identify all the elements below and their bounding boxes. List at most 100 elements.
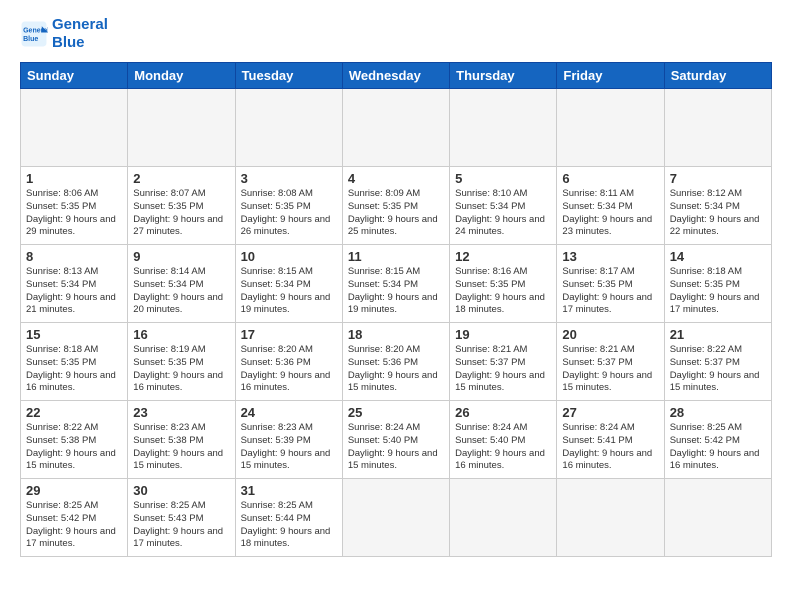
day-info: Sunrise: 8:07 AMSunset: 5:35 PMDaylight:… <box>133 188 229 239</box>
day-cell <box>664 89 771 167</box>
day-cell <box>557 89 664 167</box>
day-cell: 9Sunrise: 8:14 AMSunset: 5:34 PMDaylight… <box>128 245 235 323</box>
day-info: Sunrise: 8:15 AMSunset: 5:34 PMDaylight:… <box>241 266 337 317</box>
day-cell: 29 Sunrise: 8:25 AMSunset: 5:42 PMDayligh… <box>21 479 128 557</box>
day-cell: 26Sunrise: 8:24 AMSunset: 5:40 PMDayligh… <box>450 401 557 479</box>
day-cell: 3 Sunrise: 8:08 AMSunset: 5:35 PMDaylight… <box>235 167 342 245</box>
col-header-sunday: Sunday <box>21 63 128 89</box>
day-cell <box>342 479 449 557</box>
day-info: Sunrise: 8:21 AMSunset: 5:37 PMDaylight:… <box>455 344 551 395</box>
day-number: 25 <box>348 405 444 420</box>
day-cell: 15 Sunrise: 8:18 AMSunset: 5:35 PMDayligh… <box>21 323 128 401</box>
day-info: Sunrise: 8:06 AMSunset: 5:35 PMDaylight:… <box>26 188 122 239</box>
day-cell: 31Sunrise: 8:25 AMSunset: 5:44 PMDayligh… <box>235 479 342 557</box>
day-info: Sunrise: 8:15 AMSunset: 5:34 PMDaylight:… <box>348 266 444 317</box>
day-cell: 20 Sunrise: 8:21 AMSunset: 5:37 PMDayligh… <box>557 323 664 401</box>
col-header-tuesday: Tuesday <box>235 63 342 89</box>
week-row-0 <box>21 89 772 167</box>
day-number: 18 <box>348 327 444 342</box>
day-cell: 30Sunrise: 8:25 AMSunset: 5:43 PMDayligh… <box>128 479 235 557</box>
day-info: Sunrise: 8:22 AMSunset: 5:37 PMDaylight:… <box>670 344 766 395</box>
day-cell: 17Sunrise: 8:20 AMSunset: 5:36 PMDayligh… <box>235 323 342 401</box>
day-info: Sunrise: 8:24 AMSunset: 5:41 PMDaylight:… <box>562 422 658 473</box>
day-info: Sunrise: 8:21 AMSunset: 5:37 PMDaylight:… <box>562 344 658 395</box>
day-number: 10 <box>241 249 337 264</box>
logo-icon: General Blue <box>20 20 48 48</box>
day-info: Sunrise: 8:13 AMSunset: 5:34 PMDaylight:… <box>26 266 122 317</box>
day-info: Sunrise: 8:24 AMSunset: 5:40 PMDaylight:… <box>455 422 551 473</box>
day-info: Sunrise: 8:17 AMSunset: 5:35 PMDaylight:… <box>562 266 658 317</box>
day-info: Sunrise: 8:12 AMSunset: 5:34 PMDaylight:… <box>670 188 766 239</box>
day-number: 14 <box>670 249 766 264</box>
day-number: 15 <box>26 327 122 342</box>
day-cell <box>128 89 235 167</box>
day-number: 8 <box>26 249 122 264</box>
day-info: Sunrise: 8:09 AMSunset: 5:35 PMDaylight:… <box>348 188 444 239</box>
day-cell: 10 Sunrise: 8:15 AMSunset: 5:34 PMDayligh… <box>235 245 342 323</box>
day-cell: 28 Sunrise: 8:25 AMSunset: 5:42 PMDayligh… <box>664 401 771 479</box>
day-cell: 5Sunrise: 8:10 AMSunset: 5:34 PMDaylight… <box>450 167 557 245</box>
day-number: 29 <box>26 483 122 498</box>
day-cell: 22Sunrise: 8:22 AMSunset: 5:38 PMDayligh… <box>21 401 128 479</box>
day-cell: 27 Sunrise: 8:24 AMSunset: 5:41 PMDayligh… <box>557 401 664 479</box>
day-cell: 2 Sunrise: 8:07 AMSunset: 5:35 PMDaylight… <box>128 167 235 245</box>
day-number: 17 <box>241 327 337 342</box>
day-number: 21 <box>670 327 766 342</box>
day-info: Sunrise: 8:25 AMSunset: 5:43 PMDaylight:… <box>133 500 229 551</box>
col-header-wednesday: Wednesday <box>342 63 449 89</box>
day-cell <box>235 89 342 167</box>
day-info: Sunrise: 8:25 AMSunset: 5:42 PMDaylight:… <box>26 500 122 551</box>
day-info: Sunrise: 8:20 AMSunset: 5:36 PMDaylight:… <box>348 344 444 395</box>
day-cell: 8 Sunrise: 8:13 AMSunset: 5:34 PMDaylight… <box>21 245 128 323</box>
day-number: 7 <box>670 171 766 186</box>
col-header-thursday: Thursday <box>450 63 557 89</box>
week-row-2: 8 Sunrise: 8:13 AMSunset: 5:34 PMDaylight… <box>21 245 772 323</box>
day-number: 31 <box>241 483 337 498</box>
week-row-3: 15 Sunrise: 8:18 AMSunset: 5:35 PMDayligh… <box>21 323 772 401</box>
day-number: 28 <box>670 405 766 420</box>
main-container: General Blue General Blue SundayMondayTu… <box>0 0 792 567</box>
day-number: 12 <box>455 249 551 264</box>
week-row-4: 22Sunrise: 8:22 AMSunset: 5:38 PMDayligh… <box>21 401 772 479</box>
day-info: Sunrise: 8:22 AMSunset: 5:38 PMDaylight:… <box>26 422 122 473</box>
day-cell <box>664 479 771 557</box>
day-cell: 1Sunrise: 8:06 AMSunset: 5:35 PMDaylight… <box>21 167 128 245</box>
day-info: Sunrise: 8:11 AMSunset: 5:34 PMDaylight:… <box>562 188 658 239</box>
day-number: 19 <box>455 327 551 342</box>
day-number: 4 <box>348 171 444 186</box>
col-header-saturday: Saturday <box>664 63 771 89</box>
day-cell: 11 Sunrise: 8:15 AMSunset: 5:34 PMDayligh… <box>342 245 449 323</box>
day-cell: 25 Sunrise: 8:24 AMSunset: 5:40 PMDayligh… <box>342 401 449 479</box>
day-cell: 18 Sunrise: 8:20 AMSunset: 5:36 PMDayligh… <box>342 323 449 401</box>
day-cell <box>21 89 128 167</box>
day-number: 27 <box>562 405 658 420</box>
week-row-1: 1Sunrise: 8:06 AMSunset: 5:35 PMDaylight… <box>21 167 772 245</box>
day-cell: 13Sunrise: 8:17 AMSunset: 5:35 PMDayligh… <box>557 245 664 323</box>
day-info: Sunrise: 8:23 AMSunset: 5:39 PMDaylight:… <box>241 422 337 473</box>
day-cell: 7 Sunrise: 8:12 AMSunset: 5:34 PMDaylight… <box>664 167 771 245</box>
day-info: Sunrise: 8:25 AMSunset: 5:42 PMDaylight:… <box>670 422 766 473</box>
day-cell <box>450 479 557 557</box>
day-number: 3 <box>241 171 337 186</box>
day-info: Sunrise: 8:08 AMSunset: 5:35 PMDaylight:… <box>241 188 337 239</box>
day-number: 6 <box>562 171 658 186</box>
day-number: 24 <box>241 405 337 420</box>
day-cell: 6 Sunrise: 8:11 AMSunset: 5:34 PMDaylight… <box>557 167 664 245</box>
day-cell: 16Sunrise: 8:19 AMSunset: 5:35 PMDayligh… <box>128 323 235 401</box>
day-cell: 19 Sunrise: 8:21 AMSunset: 5:37 PMDayligh… <box>450 323 557 401</box>
day-number: 20 <box>562 327 658 342</box>
day-number: 2 <box>133 171 229 186</box>
day-info: Sunrise: 8:10 AMSunset: 5:34 PMDaylight:… <box>455 188 551 239</box>
day-cell <box>557 479 664 557</box>
day-cell: 21 Sunrise: 8:22 AMSunset: 5:37 PMDayligh… <box>664 323 771 401</box>
day-number: 11 <box>348 249 444 264</box>
logo-text-blue: Blue <box>52 34 108 52</box>
day-cell: 12Sunrise: 8:16 AMSunset: 5:35 PMDayligh… <box>450 245 557 323</box>
day-info: Sunrise: 8:24 AMSunset: 5:40 PMDaylight:… <box>348 422 444 473</box>
header-row: SundayMondayTuesdayWednesdayThursdayFrid… <box>21 63 772 89</box>
day-cell <box>342 89 449 167</box>
col-header-friday: Friday <box>557 63 664 89</box>
calendar-table: SundayMondayTuesdayWednesdayThursdayFrid… <box>20 62 772 557</box>
day-info: Sunrise: 8:14 AMSunset: 5:34 PMDaylight:… <box>133 266 229 317</box>
day-info: Sunrise: 8:18 AMSunset: 5:35 PMDaylight:… <box>26 344 122 395</box>
